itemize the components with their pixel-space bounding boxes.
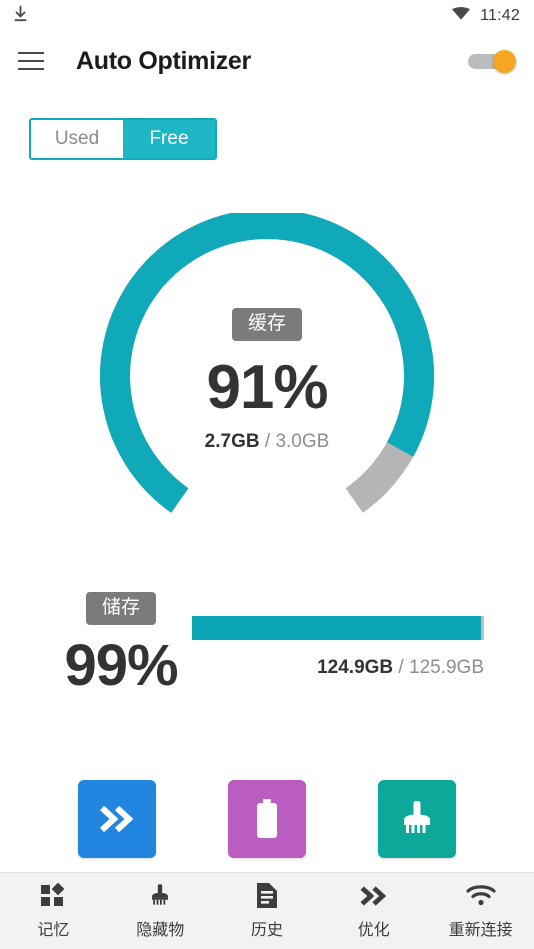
nav-item-memory[interactable]: 记忆 bbox=[0, 873, 107, 949]
hamburger-menu-icon[interactable] bbox=[18, 52, 44, 70]
storage-total-value: 125.9GB bbox=[409, 657, 484, 678]
page-title: Auto Optimizer bbox=[76, 46, 251, 75]
broom-icon bbox=[147, 883, 173, 909]
action-tiles bbox=[0, 779, 534, 859]
status-time: 11:42 bbox=[480, 7, 520, 24]
segment-free[interactable]: Free bbox=[123, 120, 215, 158]
double-chevron-icon bbox=[99, 805, 134, 833]
status-bar-left bbox=[12, 5, 29, 28]
toggle-thumb bbox=[493, 50, 516, 73]
storage-progress-fill bbox=[192, 616, 482, 640]
nav-label-hidden: 隐藏物 bbox=[136, 921, 185, 939]
nav-item-hidden[interactable]: 隐藏物 bbox=[107, 873, 214, 949]
storage-progress-bar bbox=[192, 616, 484, 640]
bottom-navigation: 记忆 隐藏物 历史 优化 重新连接 bbox=[0, 872, 534, 949]
storage-usage-text: 124.9GB / 125.9GB bbox=[192, 657, 484, 679]
auto-optimize-toggle[interactable] bbox=[468, 50, 516, 73]
used-free-segmented-control[interactable]: Used Free bbox=[29, 118, 217, 160]
wifi-icon bbox=[465, 883, 496, 909]
nav-label-reconnect: 重新连接 bbox=[448, 921, 513, 939]
battery-button[interactable] bbox=[228, 780, 306, 858]
boost-button[interactable] bbox=[78, 780, 156, 858]
storage-summary: 储存 99% bbox=[46, 592, 196, 695]
storage-percent: 99% bbox=[64, 633, 178, 698]
status-bar: 11:42 bbox=[0, 0, 534, 32]
cache-gauge: 缓存 91% 2.7GB / 3.0GB bbox=[87, 213, 447, 548]
grid-memory-icon bbox=[40, 882, 66, 909]
storage-section: 储存 99% 124.9GB / 125.9GB bbox=[0, 592, 534, 707]
segment-used[interactable]: Used bbox=[31, 120, 123, 158]
document-icon bbox=[255, 883, 279, 909]
nav-label-optimize: 优化 bbox=[357, 921, 390, 939]
cache-gauge-svg bbox=[100, 213, 434, 513]
clean-button[interactable] bbox=[378, 780, 456, 858]
nav-item-history[interactable]: 历史 bbox=[214, 873, 321, 949]
broom-icon bbox=[404, 801, 430, 833]
storage-bar-group: 124.9GB / 125.9GB bbox=[192, 616, 492, 679]
download-icon bbox=[12, 5, 29, 28]
nav-item-reconnect[interactable]: 重新连接 bbox=[427, 873, 534, 949]
app-bar: Auto Optimizer bbox=[0, 32, 534, 90]
storage-used-value: 124.9GB bbox=[317, 657, 394, 678]
auto-optimizer-screen: 11:42 Auto Optimizer Used Free 缓存 91% 2.… bbox=[0, 0, 534, 949]
storage-badge: 储存 bbox=[85, 592, 156, 625]
storage-separator: / bbox=[393, 657, 409, 678]
status-bar-right: 11:42 bbox=[451, 6, 520, 26]
wifi-icon bbox=[451, 6, 471, 26]
nav-label-memory: 记忆 bbox=[37, 921, 70, 939]
cache-gauge-value-arc bbox=[100, 213, 434, 513]
nav-label-history: 历史 bbox=[250, 921, 283, 939]
battery-icon bbox=[257, 799, 277, 838]
nav-item-optimize[interactable]: 优化 bbox=[320, 873, 427, 949]
double-chevron-icon bbox=[359, 883, 389, 909]
